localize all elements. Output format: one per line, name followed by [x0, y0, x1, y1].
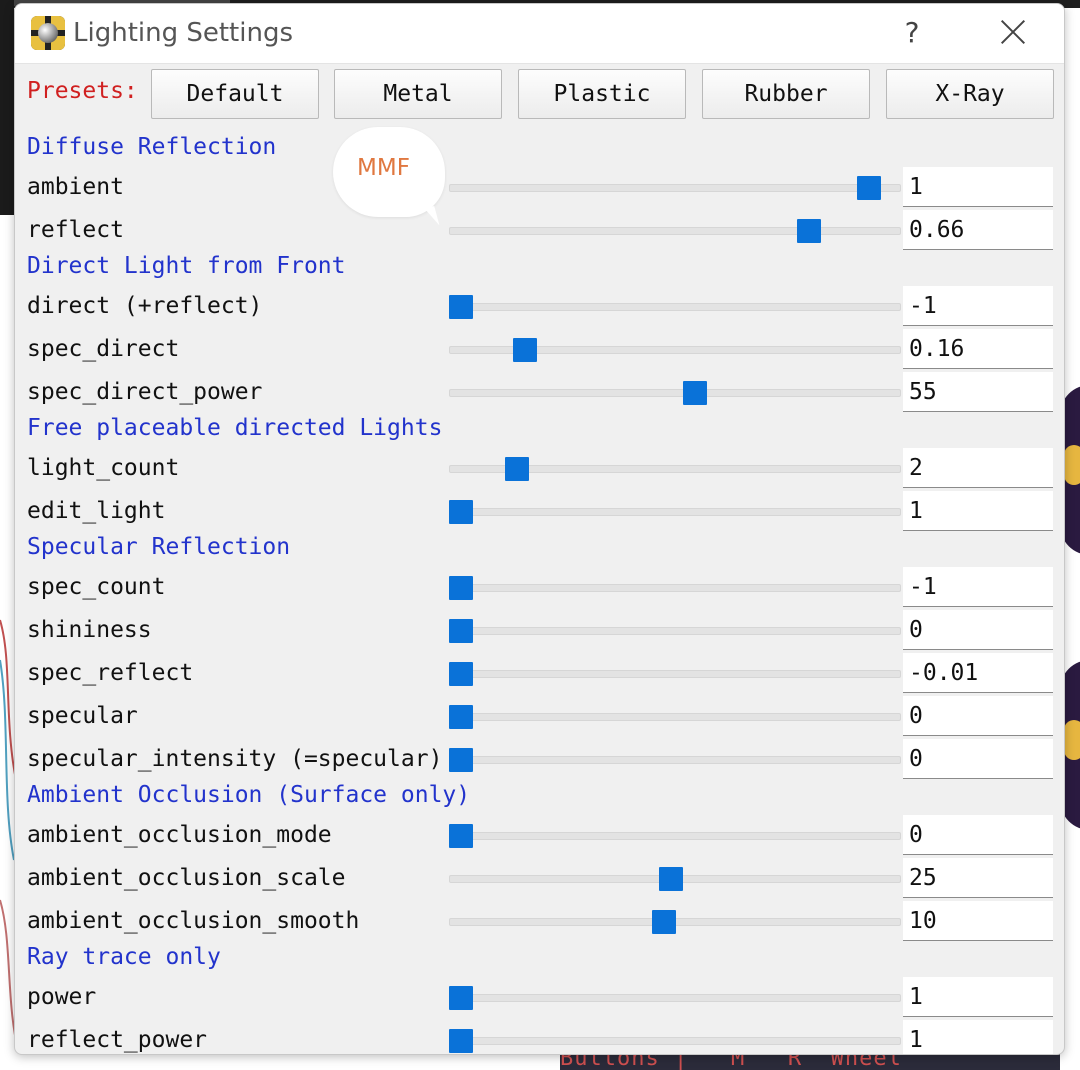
slider-track-specular-intensity-specular[interactable]: [449, 756, 901, 764]
label-reflect-power: reflect_power: [27, 1027, 208, 1053]
value-input-edit-light[interactable]: 1: [903, 491, 1053, 531]
preset-button-default[interactable]: Default: [151, 69, 319, 119]
label-ambient-occlusion-scale: ambient_occlusion_scale: [27, 865, 346, 891]
value-input-spec-reflect[interactable]: -0.01: [903, 653, 1053, 693]
slider-track-edit-light[interactable]: [449, 508, 901, 516]
label-direct-reflect: direct (+reflect): [27, 293, 263, 319]
slider-thumb-spec-count[interactable]: [449, 576, 473, 600]
preset-button-rubber[interactable]: Rubber: [702, 69, 870, 119]
value-input-reflect[interactable]: 0.66: [903, 210, 1053, 250]
value-input-shininess[interactable]: 0: [903, 610, 1053, 650]
slider-track-ambient[interactable]: [449, 184, 901, 192]
slider-thumb-spec-direct[interactable]: [513, 338, 537, 362]
value-input-specular-intensity-specular[interactable]: 0: [903, 739, 1053, 779]
label-power: power: [27, 984, 97, 1010]
value-input-reflect-power[interactable]: 1: [903, 1020, 1053, 1054]
slider-thumb-ambient-occlusion-mode[interactable]: [449, 824, 473, 848]
value-input-specular[interactable]: 0: [903, 696, 1053, 736]
title-bar[interactable]: Lighting Settings ?: [15, 4, 1064, 64]
label-light-count: light_count: [27, 455, 180, 481]
slider-thumb-edit-light[interactable]: [449, 500, 473, 524]
presets-label: Presets:: [27, 78, 138, 104]
section-title: Ray trace only: [27, 944, 221, 970]
value-input-spec-direct-power[interactable]: 55: [903, 372, 1053, 412]
value-input-light-count[interactable]: 2: [903, 448, 1053, 488]
window-title: Lighting Settings: [73, 18, 293, 48]
slider-thumb-specular-intensity-specular[interactable]: [449, 748, 473, 772]
slider-track-specular[interactable]: [449, 713, 901, 721]
section-title: Specular Reflection: [27, 534, 291, 560]
close-icon[interactable]: [995, 14, 1031, 50]
label-specular-intensity-specular: specular_intensity (=specular): [27, 746, 443, 772]
label-spec-direct-power: spec_direct_power: [27, 379, 263, 405]
label-spec-count: spec_count: [27, 574, 166, 600]
section-title: Direct Light from Front: [27, 253, 346, 279]
lighting-settings-dialog: Lighting Settings ? Presets: Default Meta…: [14, 3, 1065, 1055]
section-title: Ambient Occlusion (Surface only): [27, 782, 471, 808]
value-input-power[interactable]: 1: [903, 977, 1053, 1017]
slider-thumb-spec-reflect[interactable]: [449, 662, 473, 686]
slider-thumb-ambient[interactable]: [857, 176, 881, 200]
label-edit-light: edit_light: [27, 498, 166, 524]
preset-button-x-ray[interactable]: X-Ray: [886, 69, 1054, 119]
label-specular: specular: [27, 703, 138, 729]
label-spec-reflect: spec_reflect: [27, 660, 194, 686]
section-title: Free placeable directed Lights: [27, 415, 443, 441]
value-input-ambient[interactable]: 1: [903, 167, 1053, 207]
slider-track-ambient-occlusion-mode[interactable]: [449, 832, 901, 840]
slider-track-spec-reflect[interactable]: [449, 670, 901, 678]
slider-thumb-shininess[interactable]: [449, 619, 473, 643]
slider-track-spec-direct-power[interactable]: [449, 389, 901, 397]
slider-thumb-reflect[interactable]: [797, 219, 821, 243]
slider-track-power[interactable]: [449, 994, 901, 1002]
watermark-text: MMF: [357, 155, 410, 181]
value-input-ambient-occlusion-mode[interactable]: 0: [903, 815, 1053, 855]
slider-track-reflect-power[interactable]: [449, 1037, 901, 1045]
label-spec-direct: spec_direct: [27, 336, 180, 362]
slider-track-shininess[interactable]: [449, 627, 901, 635]
label-ambient: ambient: [27, 174, 124, 200]
app-icon: [31, 16, 65, 50]
watermark-bubble: MMF: [333, 127, 445, 217]
slider-thumb-power[interactable]: [449, 986, 473, 1010]
label-shininess: shininess: [27, 617, 152, 643]
slider-thumb-ambient-occlusion-scale[interactable]: [659, 867, 683, 891]
value-input-ambient-occlusion-smooth[interactable]: 10: [903, 901, 1053, 941]
value-input-direct-reflect[interactable]: -1: [903, 286, 1053, 326]
slider-track-reflect[interactable]: [449, 227, 901, 235]
slider-thumb-ambient-occlusion-smooth[interactable]: [652, 910, 676, 934]
help-button[interactable]: ?: [897, 16, 927, 49]
slider-thumb-light-count[interactable]: [505, 457, 529, 481]
label-ambient-occlusion-smooth: ambient_occlusion_smooth: [27, 908, 360, 934]
slider-thumb-direct-reflect[interactable]: [449, 295, 473, 319]
slider-track-spec-count[interactable]: [449, 584, 901, 592]
section-title: Diffuse Reflection: [27, 134, 277, 160]
slider-track-direct-reflect[interactable]: [449, 303, 901, 311]
value-input-spec-count[interactable]: -1: [903, 567, 1053, 607]
background-app-left: [0, 0, 14, 215]
slider-thumb-spec-direct-power[interactable]: [683, 381, 707, 405]
slider-thumb-specular[interactable]: [449, 705, 473, 729]
label-reflect: reflect: [27, 217, 124, 243]
slider-thumb-reflect-power[interactable]: [449, 1029, 473, 1053]
value-input-spec-direct[interactable]: 0.16: [903, 329, 1053, 369]
preset-button-plastic[interactable]: Plastic: [518, 69, 686, 119]
value-input-ambient-occlusion-scale[interactable]: 25: [903, 858, 1053, 898]
label-ambient-occlusion-mode: ambient_occlusion_mode: [27, 822, 332, 848]
preset-button-metal[interactable]: Metal: [334, 69, 502, 119]
